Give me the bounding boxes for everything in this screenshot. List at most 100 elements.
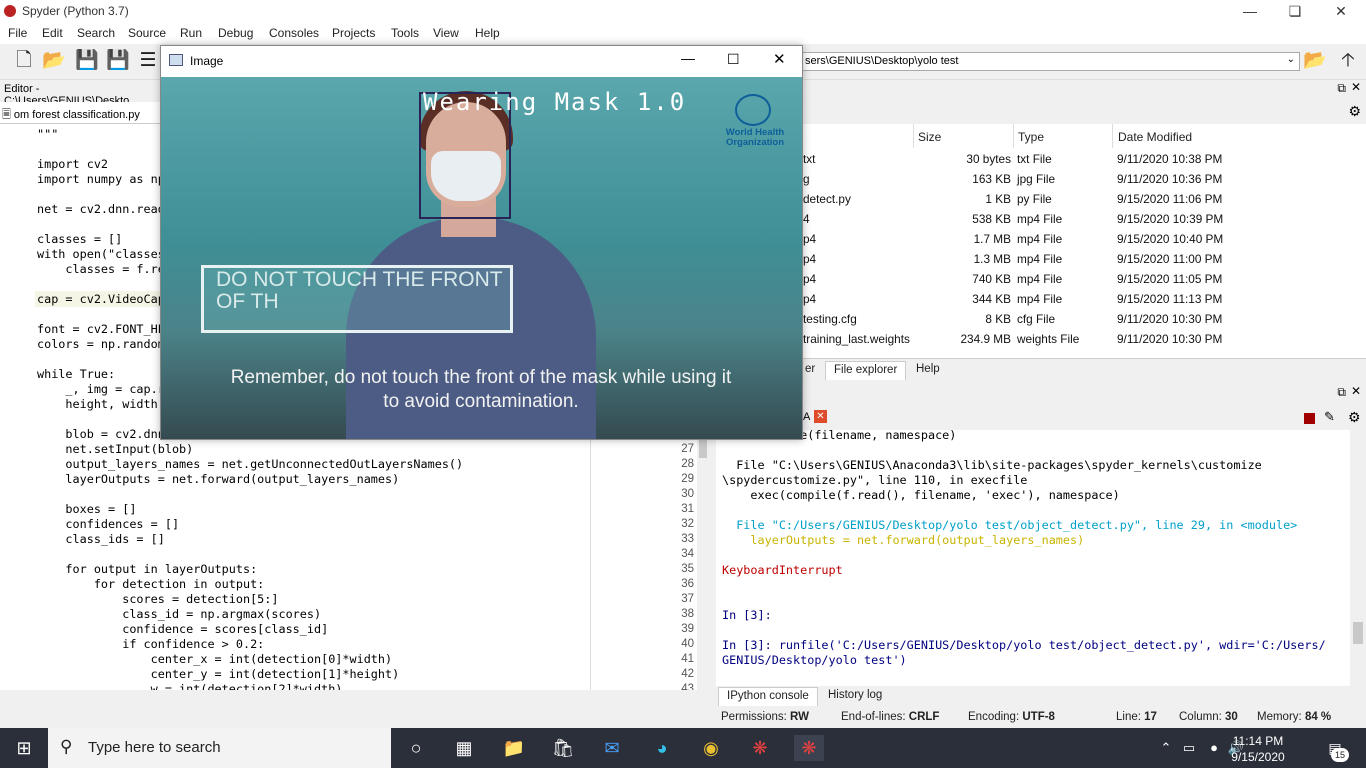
restore-button[interactable]: ❏ — [1272, 0, 1318, 24]
tab-ipython-console[interactable]: IPython console — [718, 687, 818, 706]
code-line: classes = [] — [37, 232, 123, 246]
file-size: 538 KB — [972, 212, 1011, 226]
file-row[interactable]: training_last.weights 234.9 MB weights Fil… — [803, 330, 1366, 350]
console-vertical-scrollbar[interactable] — [1350, 430, 1366, 686]
column-header-size[interactable]: Size — [918, 130, 941, 144]
file-size: 8 KB — [985, 312, 1011, 326]
file-type: mp4 File — [1017, 212, 1063, 226]
line-number: 28 — [681, 458, 694, 470]
file-row[interactable]: p4 1.3 MB mp4 File 9/15/2020 11:00 PM — [803, 250, 1366, 270]
taskbar-search-input[interactable]: ⚲ Type here to search — [48, 728, 391, 768]
file-date: 9/15/2020 10:40 PM — [1117, 232, 1224, 246]
file-row[interactable]: detect.py 1 KB py File 9/15/2020 11:06 PM — [803, 190, 1366, 210]
file-row[interactable]: p4 1.7 MB mp4 File 9/15/2020 10:40 PM — [803, 230, 1366, 250]
undock-icon[interactable]: ⧉ — [1337, 81, 1346, 96]
file-row[interactable]: txt 30 bytes txt File 9/11/2020 10:38 PM — [803, 150, 1366, 170]
menu-help[interactable]: Help — [475, 26, 500, 40]
browse-folder-icon[interactable]: 📂 — [1303, 49, 1327, 73]
parent-directory-icon[interactable]: 🡡 — [1336, 49, 1360, 73]
file-row[interactable]: 4 538 KB mp4 File 9/15/2020 10:39 PM — [803, 210, 1366, 230]
chrome-icon[interactable]: ◉ — [696, 735, 726, 761]
scrollbar-thumb[interactable] — [1353, 622, 1363, 644]
save-icon[interactable]: 💾 — [75, 49, 99, 73]
menu-tools[interactable]: Tools — [391, 26, 419, 40]
editor-tab[interactable]: 🗏 om forest classification.py — [0, 102, 160, 124]
code-line: center_x = int(detection[0]*width) — [37, 652, 393, 666]
file-explorer-toolbar: ⚙ — [803, 100, 1366, 124]
undock-icon[interactable]: ⧉ — [1337, 385, 1346, 400]
file-date: 9/15/2020 11:06 PM — [1117, 192, 1223, 206]
file-date: 9/11/2020 10:30 PM — [1117, 312, 1223, 326]
file-type: mp4 File — [1017, 272, 1063, 286]
tab-history-log[interactable]: History log — [820, 687, 890, 706]
close-button[interactable]: ✕ — [1318, 0, 1364, 24]
outline-icon[interactable]: ☰ — [136, 49, 160, 73]
edge-icon[interactable]: ◕ — [647, 735, 677, 761]
menu-file[interactable]: File — [8, 26, 27, 40]
tab-help[interactable]: Help — [908, 361, 948, 380]
tab-file-explorer[interactable]: File explorer — [825, 361, 907, 380]
working-directory-input[interactable]: sers\GENIUS\Desktop\yolo test ⌄ — [802, 52, 1300, 71]
close-button[interactable]: ✕ — [773, 50, 786, 68]
file-row[interactable]: testing.cfg 8 KB cfg File 9/11/2020 10:30 P… — [803, 310, 1366, 330]
menu-consoles[interactable]: Consoles — [269, 26, 319, 40]
close-console-icon[interactable]: ✕ — [814, 410, 827, 423]
file-explorer-taskbar-icon[interactable]: 📁 — [499, 735, 529, 761]
console-bottom-tabbar: IPython console History log — [715, 686, 1366, 708]
eraser-icon[interactable]: ✎ — [1324, 409, 1335, 425]
minimize-button[interactable]: — — [681, 50, 695, 66]
file-row[interactable]: p4 740 KB mp4 File 9/15/2020 11:05 PM — [803, 270, 1366, 290]
new-file-icon[interactable]: 🗋 — [12, 49, 36, 73]
menu-projects[interactable]: Projects — [332, 26, 375, 40]
file-type: py File — [1017, 192, 1052, 206]
file-name: p4 — [803, 292, 817, 306]
file-row[interactable]: p4 344 KB mp4 File 9/15/2020 11:13 PM — [803, 290, 1366, 310]
line-number: 31 — [681, 503, 694, 515]
who-logo-text: World Health Organization — [725, 127, 785, 148]
console-tab-label[interactable]: A — [803, 411, 810, 423]
minimize-button[interactable]: — — [1227, 0, 1273, 24]
menu-debug[interactable]: Debug — [218, 26, 253, 40]
stop-icon[interactable] — [1304, 413, 1315, 424]
store-icon[interactable]: 🛍 — [548, 735, 578, 761]
menu-search[interactable]: Search — [77, 26, 115, 40]
chevron-down-icon[interactable]: ⌄ — [1287, 54, 1295, 65]
spyder-active-taskbar-icon[interactable]: ❋ — [794, 735, 824, 761]
status-memory: Memory: 84 % — [1257, 711, 1332, 723]
code-line: w = int(detection[2]*width) — [37, 682, 343, 690]
menu-view[interactable]: View — [433, 26, 459, 40]
menu-source[interactable]: Source — [128, 26, 166, 40]
taskbar-clock[interactable]: 11:14 PM 9/15/2020 — [1225, 733, 1291, 765]
ipython-console[interactable] — [716, 430, 1350, 686]
close-pane-icon[interactable]: ✕ — [1351, 384, 1361, 398]
save-all-icon[interactable]: 💾 — [106, 49, 130, 73]
file-explorer-pane-header: ⧉ ✕ — [803, 80, 1366, 98]
menu-edit[interactable]: Edit — [42, 26, 63, 40]
file-date: 9/15/2020 11:13 PM — [1117, 292, 1223, 306]
task-view-icon[interactable]: ▦ — [449, 735, 479, 761]
code-line: confidence = scores[class_id] — [37, 622, 329, 636]
file-row[interactable]: g 163 KB jpg File 9/11/2020 10:36 PM — [803, 170, 1366, 190]
maximize-button[interactable]: ☐ — [727, 51, 740, 68]
line-number: 41 — [681, 653, 694, 665]
menu-run[interactable]: Run — [180, 26, 202, 40]
code-line: for detection in output: — [37, 577, 265, 591]
open-folder-icon[interactable]: 📂 — [42, 49, 66, 73]
gear-icon[interactable]: ⚙ — [1348, 103, 1361, 120]
clock-time: 11:14 PM — [1232, 734, 1284, 748]
spyder-taskbar-icon[interactable]: ❋ — [745, 735, 775, 761]
column-header-date[interactable]: Date Modified — [1118, 130, 1192, 144]
file-size: 1.3 MB — [973, 252, 1011, 266]
file-type: mp4 File — [1017, 292, 1063, 306]
image-window[interactable]: Image — ☐ ✕ Wearing Mask 1.0 World Healt… — [160, 45, 803, 440]
editor-horizontal-scrollbar[interactable] — [0, 690, 697, 706]
cortana-icon[interactable]: ○ — [401, 735, 431, 761]
windows-start-icon[interactable]: ⊞ — [9, 735, 39, 761]
code-line: confidences = [] — [37, 517, 180, 531]
gear-icon[interactable]: ⚙ — [1348, 409, 1361, 426]
close-pane-icon[interactable]: ✕ — [1351, 80, 1361, 94]
image-window-title: Image — [190, 54, 224, 68]
line-number: 34 — [681, 548, 694, 560]
column-header-type[interactable]: Type — [1018, 130, 1044, 144]
mail-icon[interactable]: ✉ — [597, 735, 627, 761]
